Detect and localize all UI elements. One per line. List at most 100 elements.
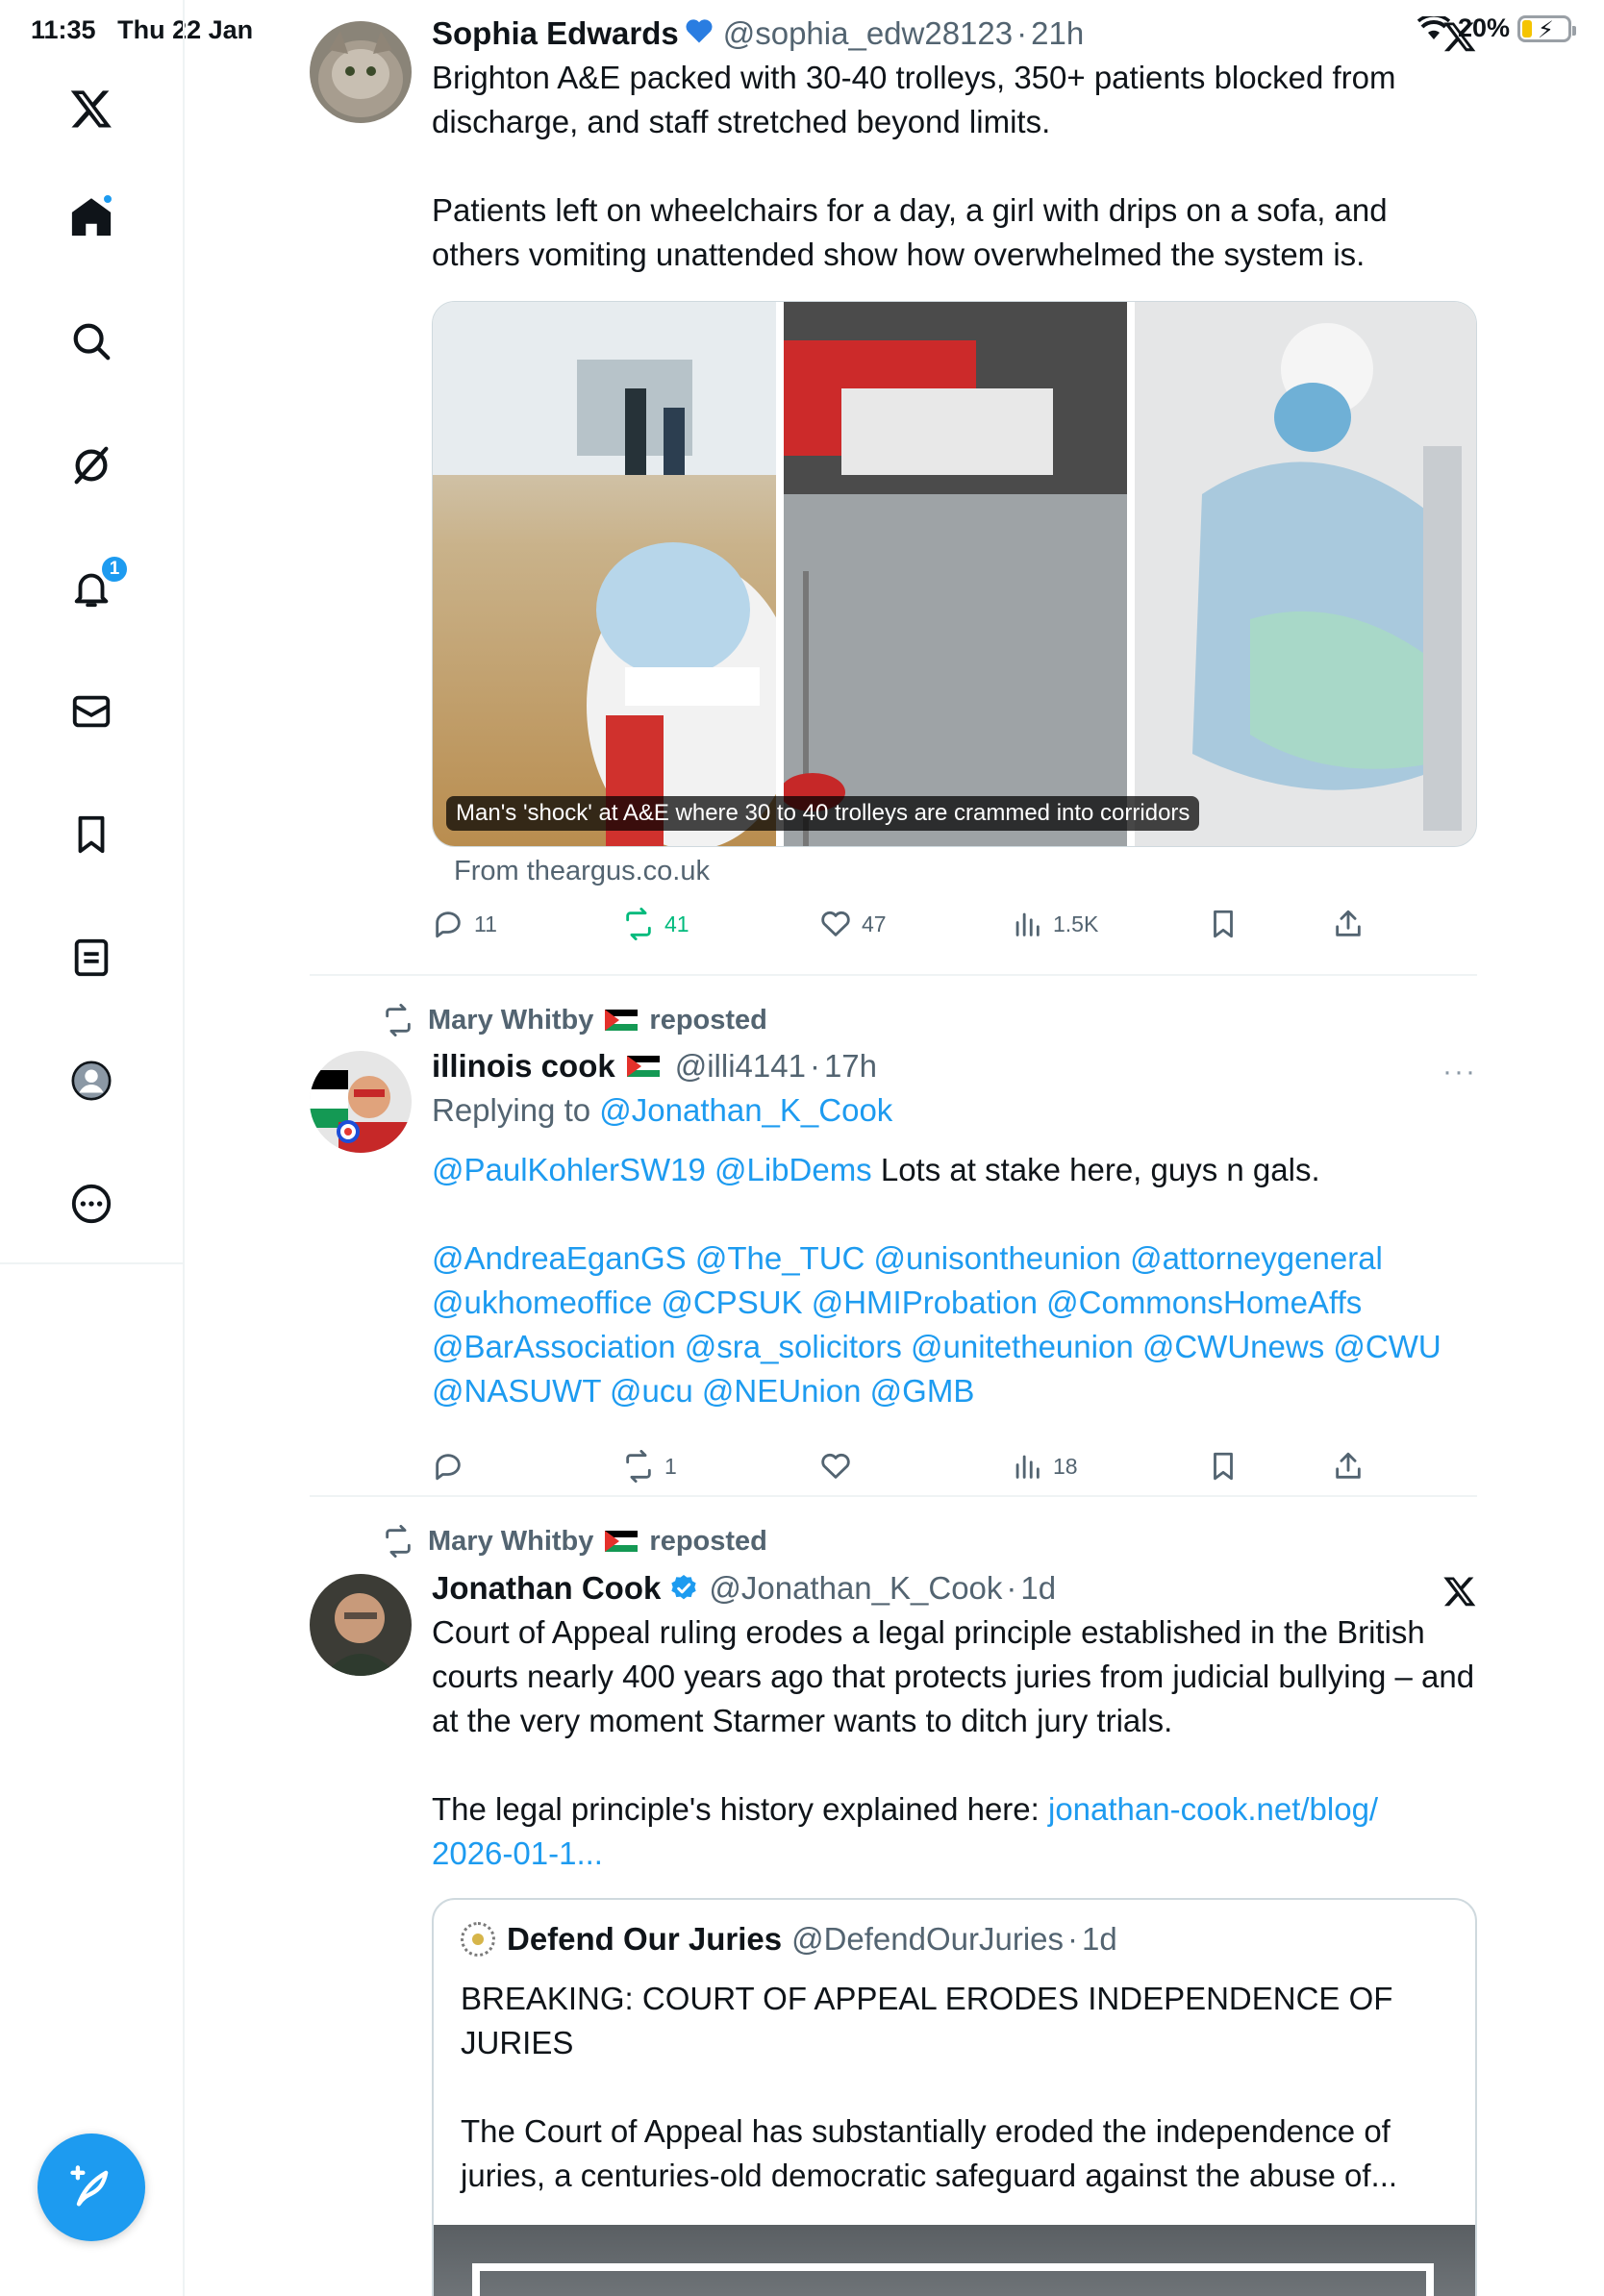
post-time[interactable]: 1d (1020, 1570, 1056, 1607)
share-icon (1336, 1452, 1361, 1479)
source-link[interactable]: From theargus.co.uk (454, 856, 710, 887)
palestine-flag-icon (605, 1010, 639, 1031)
repost-suffix: reposted (649, 1525, 767, 1557)
share-button[interactable] (1332, 908, 1374, 940)
repost-icon (386, 1004, 411, 1036)
repost-suffix: reposted (649, 1004, 767, 1036)
repost-indicator: Mary Whitby reposted (382, 1522, 767, 1560)
verified-badge-icon (668, 1573, 699, 1604)
author-name[interactable]: illinois cook (432, 1048, 615, 1085)
author-handle[interactable]: @Jonathan_K_Cook (709, 1570, 1002, 1607)
replying-to-link[interactable]: @Jonathan_K_Cook (599, 1092, 892, 1128)
media-caption: Man's 'shock' at A&E where 30 to 40 trol… (446, 796, 1200, 831)
post-text: Brighton A&E packed with 30-40 trolleys,… (432, 60, 1396, 272)
like-button[interactable] (819, 1450, 862, 1483)
reply-icon (436, 911, 461, 938)
media-photo-3 (1135, 302, 1476, 846)
post-divider (310, 974, 1477, 976)
battery-icon: ⚡ (1517, 14, 1576, 43)
mail-icon[interactable] (63, 684, 119, 739)
views-icon (1015, 1455, 1040, 1479)
post-actions: 11 41 47 1.5K (432, 908, 1361, 950)
lists-icon[interactable] (63, 930, 119, 986)
home-unread-dot (102, 193, 113, 205)
repost-icon (626, 908, 651, 940)
views-count: 1.5K (1053, 911, 1099, 936)
x-grok-icon[interactable] (1442, 1574, 1477, 1609)
bell-icon[interactable]: 1 (63, 555, 129, 616)
x-grok-icon[interactable] (1442, 19, 1477, 54)
replying-to-line: Replying to @Jonathan_K_Cook (432, 1088, 1477, 1133)
quote-image[interactable] (434, 2225, 1475, 2296)
quote-avatar[interactable] (461, 1922, 495, 1957)
bookmark-icon[interactable] (63, 807, 119, 862)
repost-indicator: Mary Whitby reposted (382, 1001, 767, 1039)
quote-author-handle[interactable]: @DefendOurJuries (791, 1921, 1064, 1958)
grok-icon[interactable] (63, 437, 119, 493)
like-count: 47 (862, 911, 887, 936)
search-icon[interactable] (63, 313, 119, 369)
compose-button[interactable] (38, 2134, 145, 2241)
more-options-button[interactable]: ··· (1442, 1056, 1477, 1088)
repost-icon (626, 1450, 651, 1483)
views-button[interactable]: 18 (1011, 1450, 1078, 1483)
reply-icon (436, 1454, 461, 1481)
post-text: Court of Appeal ruling erodes a legal pr… (432, 1610, 1477, 1876)
author-name[interactable]: Jonathan Cook (432, 1570, 661, 1607)
reposter-name[interactable]: Mary Whitby (428, 1526, 593, 1558)
quote-time[interactable]: 1d (1082, 1921, 1117, 1958)
author-handle[interactable]: @sophia_edw28123 (723, 15, 1013, 52)
bookmark-button[interactable] (1207, 1450, 1249, 1483)
post-actions: 1 18 (432, 1450, 1361, 1492)
mention-links[interactable]: @PaulKohlerSW19 @LibDems (432, 1152, 872, 1187)
notification-badge: 1 (100, 555, 129, 584)
reposter-name[interactable]: Mary Whitby (428, 1005, 593, 1036)
link-card-media[interactable]: Man's 'shock' at A&E where 30 to 40 trol… (432, 301, 1477, 847)
more-icon[interactable] (63, 1176, 119, 1232)
post-header: illinois cook @illi4141 · 17h (432, 1048, 878, 1085)
repost-button[interactable]: 1 (622, 1450, 677, 1483)
post-header: Jonathan Cook @Jonathan_K_Cook · 1d (432, 1570, 1057, 1607)
x-logo-icon[interactable] (63, 81, 119, 137)
post-header: Sophia Edwards @sophia_edw28123 · 21h (432, 15, 1085, 52)
heart-emoji-icon (685, 15, 714, 52)
post-time[interactable]: 21h (1031, 15, 1084, 52)
repost-count: 41 (664, 911, 689, 936)
media-photo-1 (433, 302, 776, 846)
author-name[interactable]: Sophia Edwards (432, 15, 679, 52)
mention-block[interactable]: @AndreaEganGS @The_TUC @unisontheunion @… (432, 1236, 1477, 1413)
like-button[interactable]: 47 (819, 908, 887, 940)
post-text: @PaulKohlerSW19 @LibDems Lots at stake h… (432, 1148, 1477, 1192)
quoted-post[interactable]: Defend Our Juries @DefendOurJuries · 1d … (432, 1898, 1477, 2296)
avatar[interactable] (310, 1574, 412, 1676)
reply-count: 11 (474, 911, 497, 936)
profile-icon[interactable] (63, 1053, 119, 1109)
post-time[interactable]: 17h (824, 1048, 877, 1085)
post-text-line: Lots at stake here, guys n gals. (871, 1152, 1320, 1187)
share-button[interactable] (1332, 1450, 1374, 1483)
heart-icon (821, 911, 850, 936)
views-count: 18 (1053, 1453, 1078, 1479)
home-icon[interactable] (63, 189, 119, 245)
avatar[interactable] (310, 1051, 412, 1153)
replying-prefix: Replying to (432, 1092, 600, 1128)
heart-icon (821, 1453, 850, 1479)
palestine-flag-icon (626, 1056, 660, 1077)
compose-icon (70, 2165, 109, 2207)
repost-icon (386, 1525, 411, 1558)
sidebar: 1 (0, 0, 185, 2296)
quote-header: Defend Our Juries @DefendOurJuries · 1d (461, 1921, 1117, 1958)
quote-text: BREAKING: COURT OF APPEAL ERODES INDEPEN… (461, 1981, 1398, 2193)
views-button[interactable]: 1.5K (1011, 908, 1098, 940)
reply-button[interactable]: 11 (432, 908, 497, 940)
repost-button[interactable]: 41 (622, 908, 689, 940)
media-photo-2 (784, 302, 1127, 846)
post-divider (310, 1495, 1477, 1497)
avatar[interactable] (310, 21, 412, 123)
views-icon (1015, 912, 1040, 936)
reply-button[interactable] (432, 1450, 474, 1483)
author-handle[interactable]: @illi4141 (675, 1048, 806, 1085)
quote-author-name[interactable]: Defend Our Juries (507, 1921, 782, 1958)
bookmark-button[interactable] (1207, 908, 1249, 940)
sidebar-divider (0, 1262, 185, 1264)
